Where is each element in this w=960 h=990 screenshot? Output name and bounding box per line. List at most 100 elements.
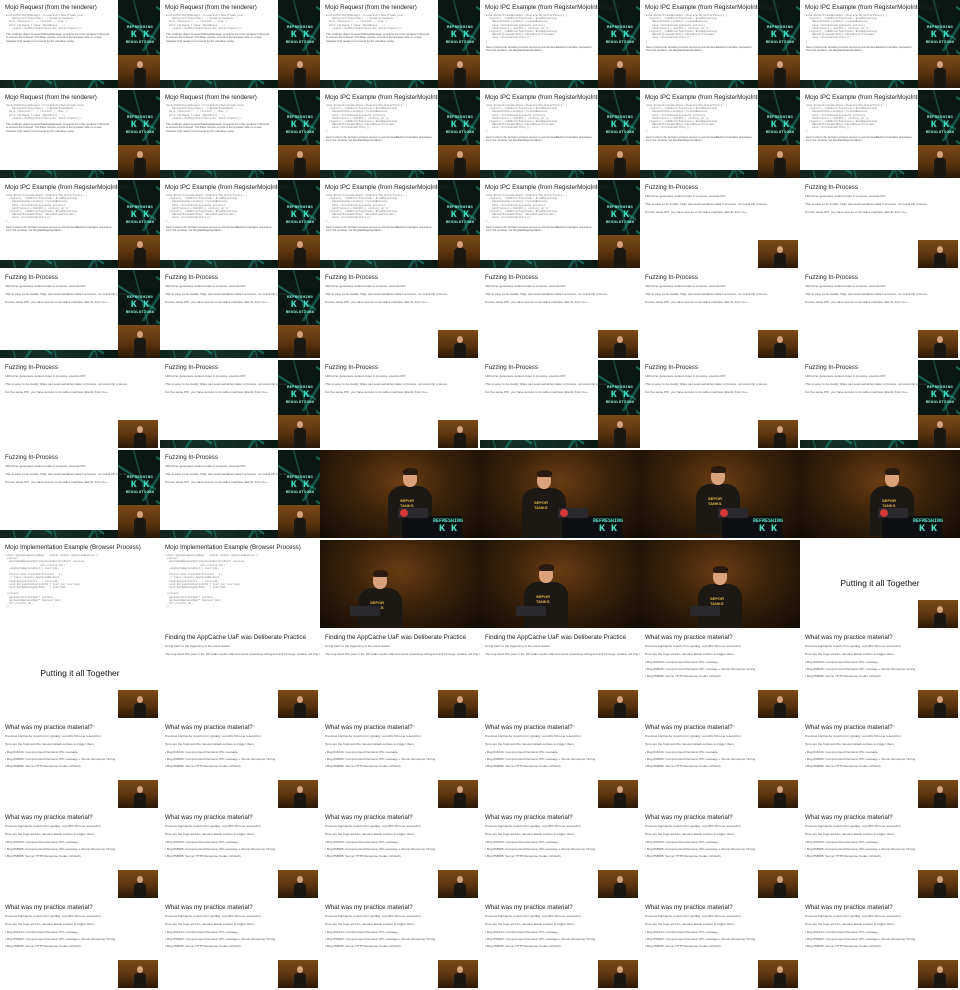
slide-line: This is easy to do locally: Mojo can sen…	[645, 202, 768, 206]
speaker-body	[774, 883, 786, 898]
speaker-video-inset	[758, 780, 798, 808]
slide-line: Previous AppCache reports from guidejy, …	[165, 824, 261, 828]
slide-line: This is easy to do locally: Mojo can sen…	[165, 382, 288, 386]
speaker-figure	[934, 421, 946, 448]
speaker-head	[457, 786, 463, 793]
slide-line: Previous AppCache reports from guidejy, …	[5, 914, 101, 918]
hoodie-print: SEPOR TANKS	[882, 498, 897, 508]
slide-title: Mojo IPC Example (from RegisterMojoInter…	[805, 4, 940, 11]
speaker-body	[934, 158, 946, 178]
speaker-head	[297, 151, 303, 158]
slide-line: Here are the bugs and the relevant attac…	[645, 832, 735, 836]
conference-logo: REFRESHING K K RESOLUTIONS	[280, 206, 320, 234]
slide-bullet: • Bug 831044: Compromised Renderer IPC m…	[325, 750, 398, 754]
slide-line: Previous AppCache reports from guidejy, …	[5, 734, 101, 738]
speaker-head	[457, 696, 463, 703]
slide-line: LibFuzzer generates random input in proc…	[165, 464, 246, 468]
slide-title: Fuzzing In-Process	[325, 274, 378, 281]
speaker-body	[614, 428, 626, 448]
logo-bottom-text: RESOLUTIONS	[605, 221, 635, 225]
slide-line: The bug used this year in the full chain…	[165, 652, 320, 656]
laptop-sticker	[400, 509, 408, 517]
speaker-body	[934, 793, 946, 808]
logo-bottom-text: RESOLUTIONS	[765, 41, 795, 45]
slide-bullet: • Bug 558895: Server HTTP Response Codes…	[5, 764, 81, 768]
slide-bullet: • Bug 558895: Server HTTP Response Codes…	[645, 674, 721, 678]
logo-mid-text: K K	[610, 30, 630, 41]
slide-mojo_request: Mojo Request (from the renderer) ContentS…	[160, 90, 278, 170]
slide-line: For the same IPC, you have access to its…	[5, 390, 108, 394]
thumbnail-fuzz: Fuzzing In-Process LibFuzzer generates ra…	[160, 450, 320, 538]
speaker-video-inset	[118, 145, 160, 178]
speaker-video-inset	[118, 505, 160, 538]
speaker-video-inset	[598, 870, 638, 898]
slide-caption: Here's where the browser process serves …	[646, 134, 752, 143]
logo-bottom-text: RESOLUTIONS	[125, 221, 155, 225]
thumbnail-ipc: Mojo IPC Example (from RegisterMojoInter…	[640, 0, 800, 88]
thumbnail-photoD: SEPOR TANKS REFRESHING K K	[800, 450, 960, 538]
slide-bullet: • Bug 831044: Compromised Renderer IPC m…	[805, 750, 878, 754]
speaker-head	[777, 966, 783, 973]
speaker-figure	[614, 241, 626, 268]
speaker-figure	[454, 696, 466, 718]
slide-bullet: • Bug 838905: Compromised Renderer IPC m…	[5, 847, 116, 851]
slide-line: For the same IPC, you have access to its…	[485, 300, 588, 304]
speaker-figure	[134, 876, 146, 898]
slide-line: LibFuzzer generates random input in proc…	[485, 284, 566, 288]
slide-line: Previous AppCache reports from guidejy, …	[5, 824, 101, 828]
logo-mid-text: K K	[290, 390, 310, 401]
speaker-head	[457, 336, 463, 343]
speaker-figure	[294, 331, 306, 358]
speaker-figure	[934, 876, 946, 898]
conference-logo: REFRESHING K K RESOLUTIONS	[600, 206, 640, 234]
speaker-figure	[934, 606, 946, 628]
slide-title: What was my practice material?	[645, 904, 733, 911]
speaker-head	[137, 61, 143, 68]
speaker-body	[934, 703, 946, 718]
speaker-hair	[712, 566, 728, 573]
speaker-head	[937, 246, 943, 253]
slide-title: Mojo IPC Example (from RegisterMojoInter…	[325, 94, 460, 101]
thumbnail-practice: What was my practice material? Previous A…	[0, 900, 160, 988]
speaker-figure	[454, 966, 466, 988]
logo-mid-text: K K	[770, 120, 790, 131]
slide-mojo_ipc: Mojo IPC Example (from RegisterMojoInter…	[800, 90, 940, 170]
speaker-body	[934, 883, 946, 898]
laptop-sticker	[880, 509, 888, 517]
slide-bullet: • Bug 838905: Compromised Renderer IPC m…	[325, 937, 436, 941]
slide-bullet: • Bug 838905: Compromised Renderer IPC m…	[805, 847, 916, 851]
slide-line: For the same IPC, you have access to its…	[485, 390, 588, 394]
speaker-video-inset	[118, 325, 160, 358]
laptop	[516, 606, 546, 616]
slide-title: What was my practice material?	[805, 724, 893, 731]
speaker-figure	[134, 426, 146, 448]
slide-line: LibFuzzer generates random input in proc…	[325, 374, 406, 378]
speaker-hair	[884, 468, 900, 475]
speaker-photo: SEPOR TANKS REFRESHING K K	[320, 450, 480, 538]
speaker-head	[777, 876, 783, 883]
logo-mid-text: K K	[610, 210, 630, 221]
slide-caption: Here's where the browser process serves …	[486, 134, 592, 143]
speaker-head	[297, 876, 303, 883]
logo-bottom-text: RESOLUTIONS	[285, 221, 315, 225]
thumbnail-practice: What was my practice material? Previous A…	[160, 900, 320, 988]
slide-caption: The renderer object ContentSettingsManag…	[166, 122, 269, 133]
slide-line: This is easy to do locally: Mojo can sen…	[485, 382, 608, 386]
slide-line: This is easy to do locally: Mojo can sen…	[325, 292, 448, 296]
thumbnail-ipc: Mojo IPC Example (from RegisterMojoInter…	[320, 180, 480, 268]
speaker-video-inset	[918, 145, 960, 178]
hoodie-print: SEPOR TANKS	[534, 500, 549, 510]
speaker-head	[457, 876, 463, 883]
thumbnail-fuzzF: Fuzzing In-Process LibFuzzer generates ra…	[800, 180, 960, 268]
code-snippet: void RenderFrameHostImpl::RegisterMojoIn…	[806, 14, 887, 43]
slide-line: Here are the bugs and the relevant attac…	[5, 832, 95, 836]
slide-line: LibFuzzer generates random input in proc…	[485, 374, 566, 378]
slide-line: For the same IPC, you have access to its…	[165, 480, 268, 484]
thumbnail-practice: What was my practice material? Previous A…	[160, 720, 320, 808]
speaker-video-inset	[438, 870, 478, 898]
slide-line: This is easy to do locally: Mojo can sen…	[805, 202, 928, 206]
speaker-video-inset	[278, 505, 320, 538]
speaker-figure	[934, 246, 946, 268]
code-snippet: void RenderFrameHostImpl::RegisterMojoIn…	[326, 104, 407, 133]
thumbnail-ipc: Mojo IPC Example (from RegisterMojoInter…	[480, 90, 640, 178]
